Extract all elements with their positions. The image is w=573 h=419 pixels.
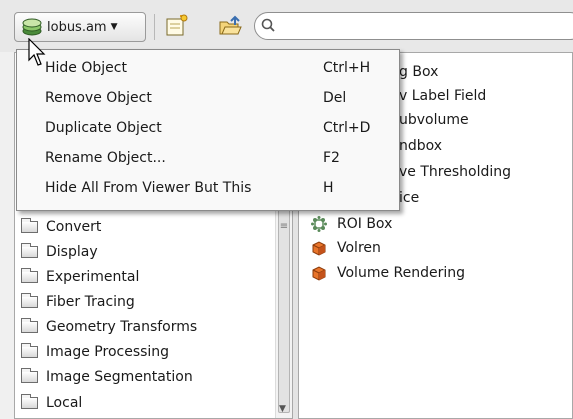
search-icon [261,17,275,36]
chevron-down-icon: ▼ [110,22,118,32]
object-context-menu: Hide Object Ctrl+H Remove Object Del Dup… [16,49,400,211]
module-item-partial-5[interactable]: ve Thresholding [399,160,511,184]
shortcut-label: H [323,180,334,196]
module-label: Volren [337,240,381,256]
search-input[interactable] [279,18,559,34]
module-item-partial-1[interactable]: g Box [399,60,438,84]
roi-box-icon [311,216,327,232]
folder-icon [21,343,38,358]
volume-cube-icon [311,265,327,281]
category-item-image-segmentation[interactable]: Image Segmentation [21,365,193,389]
folder-icon [21,268,38,283]
module-item-volren[interactable]: Volren [311,236,381,260]
module-item-partial-2[interactable]: v Label Field [399,84,486,108]
object-selector-label: lobus.am [47,19,107,35]
scroll-down-arrow-icon[interactable]: ▼ [279,404,286,414]
category-item-local[interactable]: Local [21,391,82,415]
folder-icon [21,368,38,383]
category-item-fiber-tracing[interactable]: Fiber Tracing [21,290,135,314]
category-item-image-processing[interactable]: Image Processing [21,340,169,364]
shortcut-label: Ctrl+D [323,120,371,136]
category-item-geometry-transforms[interactable]: Geometry Transforms [21,315,197,339]
open-folder-icon[interactable] [218,14,242,38]
module-label: Volume Rendering [337,265,466,281]
module-label: ROI Box [337,216,393,232]
module-item-partial-4[interactable]: ndbox [399,134,442,158]
mouse-pointer-icon [28,37,50,68]
module-item-volume-rendering[interactable]: Volume Rendering [311,261,465,285]
application-window: lobus.am ▼ Convert Display Experimental … [0,0,573,419]
shortcut-label: Ctrl+H [323,60,371,76]
module-item-partial-3[interactable]: ubvolume [399,108,469,132]
category-item-display[interactable]: Display [21,240,98,264]
folder-icon [21,218,38,233]
menu-item-remove-object[interactable]: Remove Object Del [17,84,399,114]
module-item-roi-box[interactable]: ROI Box [311,212,392,236]
module-item-partial-6[interactable]: ice [399,186,419,210]
shortcut-label: F2 [323,150,340,166]
layers-stack-icon [21,17,43,37]
menu-item-hide-all-but-this[interactable]: Hide All From Viewer But This H [17,174,399,204]
shortcut-label: Del [323,90,347,106]
category-item-experimental[interactable]: Experimental [21,265,139,289]
search-field[interactable] [254,12,573,40]
folder-icon [21,293,38,308]
volume-cube-icon [311,240,327,256]
toolbar: lobus.am ▼ [0,0,573,52]
scrollbar-grip-icon: ≡ [279,221,289,232]
new-note-icon[interactable] [164,14,188,38]
folder-icon [21,394,38,409]
folder-icon [21,243,38,258]
menu-item-hide-object[interactable]: Hide Object Ctrl+H [17,54,399,84]
category-item-convert[interactable]: Convert [21,215,101,239]
menu-item-rename-object[interactable]: Rename Object... F2 [17,144,399,174]
folder-icon [21,318,38,333]
menu-item-duplicate-object[interactable]: Duplicate Object Ctrl+D [17,114,399,144]
toolbar-separator [154,14,155,40]
